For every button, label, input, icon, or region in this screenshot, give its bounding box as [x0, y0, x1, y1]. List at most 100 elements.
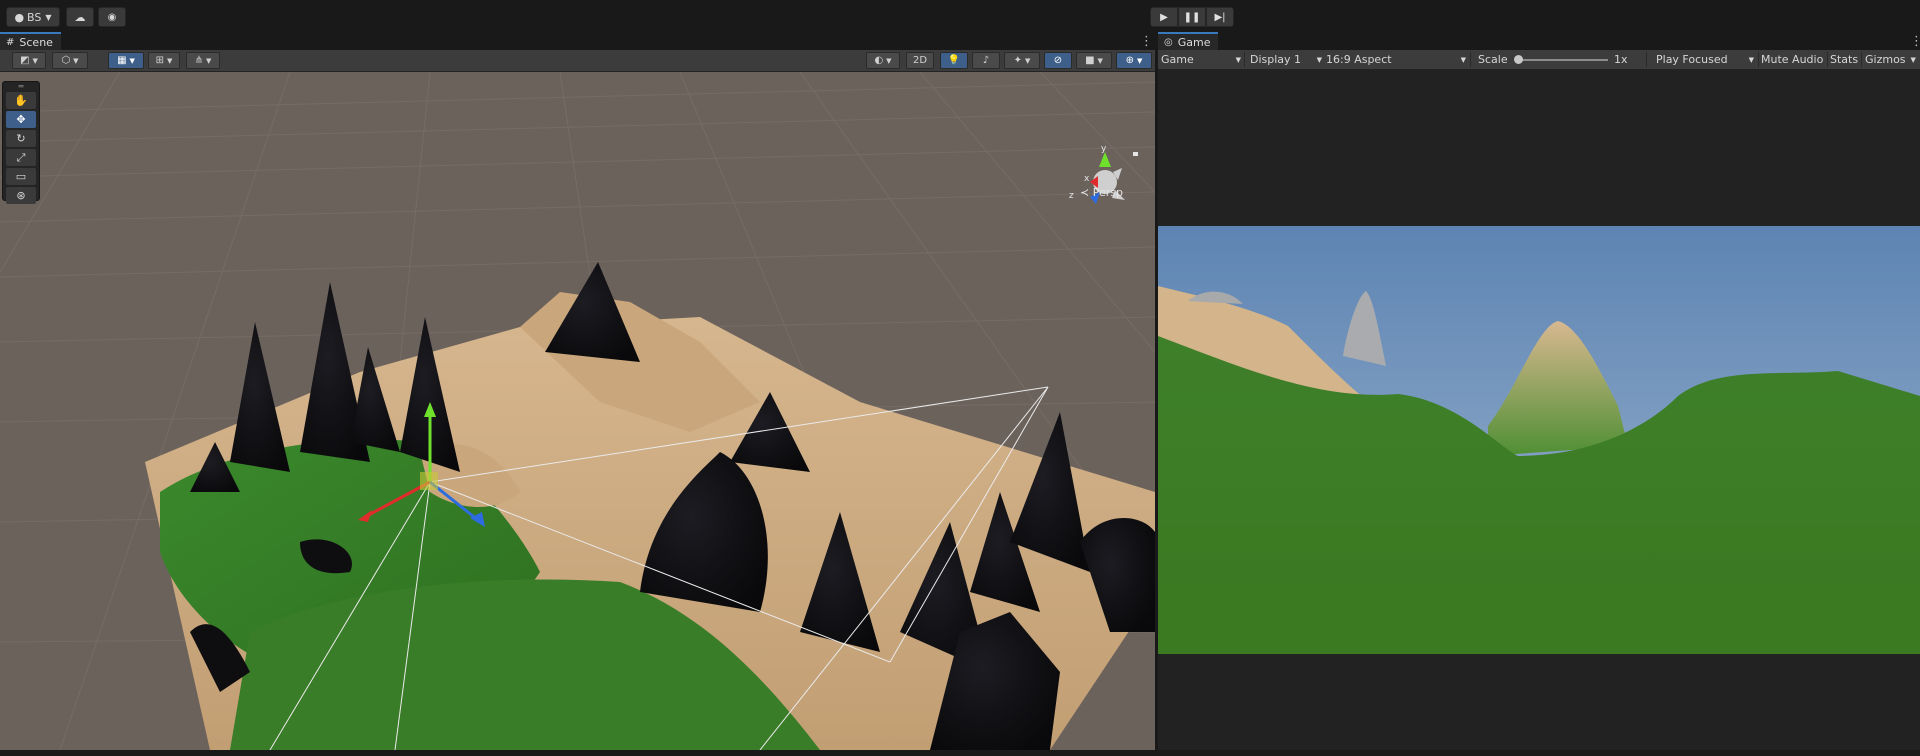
divider	[1244, 52, 1245, 67]
hash-icon: #	[6, 36, 15, 48]
tab-game[interactable]: ◎ Game	[1158, 32, 1219, 50]
grip-icon[interactable]: ═	[6, 83, 36, 91]
chevron-down-icon: ▼	[73, 56, 79, 65]
increment-snap-icon: ⊞	[155, 55, 164, 66]
rotate-tool-icon: ↻	[16, 132, 26, 145]
chevron-down-icon: ▼	[1235, 55, 1241, 64]
chevron-down-icon: ▼	[886, 56, 892, 65]
scale-label: Scale	[1478, 53, 1508, 66]
hand-tool-button[interactable]: ✋	[6, 92, 36, 109]
transform-tool-icon: ⊛	[16, 189, 26, 202]
persp-text: Persp	[1092, 186, 1123, 199]
toggle-dropdown[interactable]: ⋔ ▼	[186, 52, 220, 69]
game-tabstrip: ◎ Game ⋮	[1158, 32, 1920, 50]
tab-scene[interactable]: # Scene	[0, 32, 61, 50]
chevron-down-icon: ▼	[45, 12, 52, 22]
game-panel: ◎ Game ⋮ Game ▼ Display 1 ▼ 16:9 Aspect …	[1158, 32, 1920, 750]
chevron-down-icon: ▼	[206, 56, 212, 65]
collab-icon: ◉	[107, 11, 117, 23]
scene-panel: # Scene ⋮ ◩▼ ⬡▼ ▦▼ ⊞▼ ⋔▼ ◐▼ 2D 💡 ♪	[0, 32, 1155, 750]
mode-2d-button[interactable]: 2D	[906, 52, 934, 69]
hidden-objects-toggle[interactable]: ⊘	[1044, 52, 1072, 69]
pause-button[interactable]: ❚❚	[1178, 7, 1206, 27]
gizmos-dropdown[interactable]: ⊕ ▼	[1116, 52, 1152, 69]
game-toolbar: Game ▼ Display 1 ▼ 16:9 Aspect ▼ Scale 1…	[1158, 50, 1920, 70]
play-button[interactable]: ▶	[1150, 7, 1178, 27]
scale-slider[interactable]	[1516, 59, 1608, 61]
aspect-label: 16:9 Aspect	[1326, 53, 1392, 66]
chevron-down-icon: ▼	[167, 56, 173, 65]
rect-tool-button[interactable]: ▭	[6, 168, 36, 185]
chevron-down-icon: ▼	[129, 56, 135, 65]
play-focused-dropdown[interactable]: Play Focused ▼	[1656, 50, 1754, 69]
grid-snap-dropdown[interactable]: ▦ ▼	[108, 52, 144, 69]
rotate-tool-button[interactable]: ↻	[6, 130, 36, 147]
cube-icon: ⬡	[61, 55, 71, 66]
game-menu-icon[interactable]: ⋮	[1910, 34, 1920, 49]
chevron-down-icon: ▼	[1910, 55, 1916, 64]
scene-menu-icon[interactable]: ⋮	[1140, 34, 1153, 49]
audio-icon: ♪	[982, 55, 990, 66]
camera-icon: ■	[1085, 55, 1095, 66]
chevron-down-icon: ▼	[1097, 56, 1103, 65]
game-mode-label: Game	[1161, 53, 1194, 66]
scene-toolbar: ◩ ▼ ⬡ ▼ ▦ ▼ ⊞ ▼ ⋔ ▼ ◐ ▼ 2D 💡 ♪ ✦ ▼ ⊘ ■ ▼…	[0, 50, 1155, 72]
effects-dropdown[interactable]: ✦ ▼	[1004, 52, 1040, 69]
account-label: BS	[27, 10, 42, 24]
globe-dropdown[interactable]: ◐ ▼	[866, 52, 900, 69]
gizmos-label: Gizmos	[1865, 53, 1906, 66]
scale-tool-icon: ⤢	[16, 150, 26, 164]
mode-2d-label: 2D	[912, 55, 928, 66]
chevron-down-icon: ▼	[1025, 56, 1031, 65]
top-toolbar: ● BS ▼ ☁ ◉ ▶ ❚❚ ▶|	[0, 0, 1920, 33]
draw-mode-dropdown[interactable]: ◩ ▼	[12, 52, 46, 69]
gizmos-button[interactable]: Gizmos ▼	[1865, 50, 1916, 69]
gizmo-icon: ⊕	[1125, 55, 1134, 66]
light-bulb-icon: 💡	[947, 55, 961, 66]
mute-audio-button[interactable]: Mute Audio	[1761, 50, 1823, 69]
collab-button[interactable]: ◉	[98, 7, 126, 27]
gizmo-y-label: y	[1101, 144, 1107, 154]
stats-button[interactable]: Stats	[1830, 50, 1858, 69]
move-tool-button[interactable]: ✥	[6, 111, 36, 128]
scale-tool-button[interactable]: ⤢	[6, 149, 36, 166]
rect-tool-icon: ▭	[15, 170, 27, 183]
shaded-draw-icon: ◩	[20, 55, 30, 66]
lighting-toggle[interactable]: 💡	[940, 52, 968, 69]
step-icon: ▶|	[1214, 11, 1226, 23]
account-dropdown[interactable]: ● BS ▼	[6, 7, 60, 27]
hand-tool-icon: ✋	[14, 94, 28, 107]
gizmo-x-label: x	[1084, 174, 1090, 184]
persp-label[interactable]: ≺ Persp	[1080, 186, 1123, 199]
toggle-icon: ⋔	[194, 55, 203, 66]
gamepad-icon: ◎	[1164, 36, 1173, 48]
divider	[1646, 52, 1647, 67]
play-focused-label: Play Focused	[1656, 53, 1728, 66]
gizmo-z-label: z	[1069, 191, 1074, 201]
aspect-dropdown[interactable]: 16:9 Aspect ▼	[1326, 50, 1466, 69]
play-controls: ▶ ❚❚ ▶|	[1150, 7, 1234, 27]
game-render	[1158, 226, 1920, 654]
step-button[interactable]: ▶|	[1206, 7, 1234, 27]
divider	[1758, 52, 1759, 67]
tool-palette: ═ ✋ ✥ ↻ ⤢ ▭ ⊛	[2, 81, 40, 204]
game-area	[1158, 70, 1920, 750]
chevron-down-icon: ▼	[32, 56, 38, 65]
game-view[interactable]	[1158, 226, 1920, 654]
scene-viewport[interactable]: y x z	[0, 72, 1155, 750]
scale-value: 1x	[1614, 53, 1628, 66]
scene-render: y x z	[0, 72, 1155, 750]
chevron-down-icon: ▼	[1748, 55, 1754, 64]
scale-slider-handle[interactable]	[1514, 55, 1523, 64]
game-mode-dropdown[interactable]: Game ▼	[1161, 50, 1241, 69]
display-label: Display 1	[1250, 53, 1302, 66]
increment-snap-dropdown[interactable]: ⊞ ▼	[148, 52, 180, 69]
camera-dropdown[interactable]: ■ ▼	[1076, 52, 1112, 69]
transform-tool-button[interactable]: ⊛	[6, 187, 36, 204]
render-mode-dropdown[interactable]: ⬡ ▼	[52, 52, 88, 69]
eye-slash-icon: ⊘	[1053, 55, 1063, 66]
display-dropdown[interactable]: Display 1 ▼	[1250, 50, 1322, 69]
persp-chevron-icon: ≺	[1080, 186, 1090, 199]
cloud-button[interactable]: ☁	[66, 7, 94, 27]
audio-toggle[interactable]: ♪	[972, 52, 1000, 69]
